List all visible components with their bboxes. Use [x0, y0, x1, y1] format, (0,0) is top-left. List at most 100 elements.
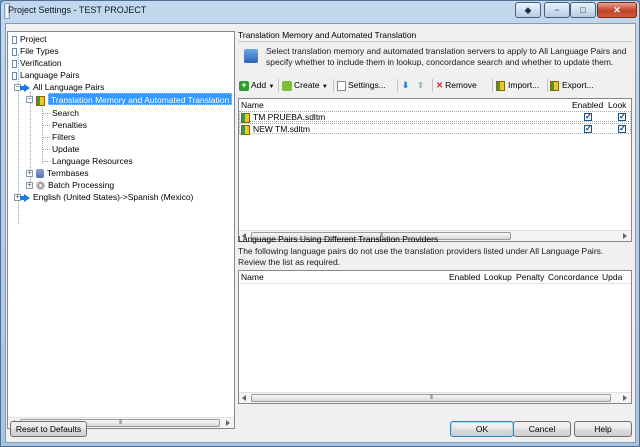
toolbar-separator — [333, 79, 334, 92]
tree-item-label: Batch Processing — [48, 180, 115, 190]
column-header-penalty[interactable]: Penalty — [516, 271, 544, 283]
header-divider — [239, 283, 631, 284]
column-header-name[interactable]: Name — [241, 271, 264, 283]
close-button[interactable]: ✕ — [597, 2, 637, 18]
tree-item-filters[interactable]: Filters — [52, 131, 75, 143]
enabled-checkbox[interactable]: ✓ — [584, 113, 592, 121]
tree-item-termbases[interactable]: Termbases — [36, 167, 89, 179]
tree-item-batch-processing[interactable]: Batch Processing — [36, 179, 114, 191]
translation-memory-section-icon — [244, 49, 258, 63]
dialog-body: Project File Types Verification Language… — [5, 23, 636, 443]
tree-item-all-language-pairs[interactable]: All Language Pairs — [20, 81, 105, 93]
scroll-right-arrow-icon[interactable] — [623, 395, 627, 401]
tm-name-cell: NEW TM.sdltm — [241, 124, 310, 135]
add-button[interactable]: + Add ▼ — [239, 78, 274, 92]
different-providers-grid[interactable]: Name Enabled Lookup Penalty Concordance … — [238, 270, 632, 404]
document-icon — [12, 35, 17, 44]
add-icon: + — [239, 80, 249, 91]
section-description: Select translation memory and automated … — [266, 46, 627, 67]
move-up-icon[interactable]: ⬆ — [417, 78, 424, 92]
tm-name: NEW TM.sdltm — [253, 124, 310, 134]
column-header-name[interactable]: Name — [241, 99, 264, 111]
cancel-button[interactable]: Cancel — [513, 421, 571, 437]
ok-button[interactable]: OK — [450, 421, 514, 437]
create-button[interactable]: Create ▼ — [282, 78, 328, 92]
tree-item-language-pairs[interactable]: Language Pairs — [12, 69, 80, 81]
help-button[interactable]: Help — [574, 421, 632, 437]
title-bar[interactable]: Project Settings - TEST PROJECT ◆ − □ ✕ — [1, 1, 639, 23]
create-label: Create — [294, 80, 320, 90]
different-providers-description: The following language pairs do not use … — [238, 246, 604, 267]
tree-item-update[interactable]: Update — [52, 143, 79, 155]
tree-item-label: Termbases — [47, 168, 89, 178]
dropdown-arrow-icon: ▼ — [321, 84, 328, 90]
translation-providers-grid[interactable]: Name Enabled Look TM PRUEBA.sdltm ✓ ✓ NE… — [238, 98, 632, 242]
arrow-icon — [20, 83, 30, 92]
tree-line — [42, 113, 50, 114]
settings-tree[interactable]: Project File Types Verification Language… — [7, 31, 235, 429]
tree-item-label: All Language Pairs — [33, 82, 105, 92]
scroll-right-arrow-icon[interactable] — [226, 420, 230, 426]
tree-item-penalties[interactable]: Penalties — [52, 119, 87, 131]
collapse-translation-memory-toggle[interactable]: − — [26, 96, 33, 103]
tree-item-english-spanish[interactable]: English (United States)->Spanish (Mexico… — [20, 191, 194, 203]
scroll-thumb[interactable]: III — [251, 394, 611, 402]
tree-item-label: English (United States)->Spanish (Mexico… — [33, 192, 194, 202]
tree-line — [42, 125, 50, 126]
remove-icon: ✕ — [436, 80, 444, 90]
lookup-checkbox[interactable]: ✓ — [618, 125, 626, 133]
export-button[interactable]: Export... — [550, 78, 594, 92]
column-header-lookup[interactable]: Lookup — [484, 271, 512, 283]
move-down-icon[interactable]: ⬇ — [402, 78, 409, 92]
tree-item-language-resources[interactable]: Language Resources — [52, 155, 133, 167]
tree-item-translation-memory[interactable]: Translation Memory and Automated Transla… — [36, 93, 233, 106]
settings-label: Settings... — [348, 80, 386, 90]
translation-memory-icon — [36, 95, 45, 106]
maximize-button[interactable]: □ — [570, 2, 596, 18]
tree-item-label: Verification — [20, 58, 62, 68]
table-row[interactable]: TM PRUEBA.sdltm ✓ ✓ — [239, 111, 631, 123]
toolbar-separator — [397, 79, 398, 92]
document-icon — [12, 71, 17, 80]
import-icon — [496, 80, 505, 91]
lookup-checkbox[interactable]: ✓ — [618, 113, 626, 121]
tree-item-label: Project — [20, 34, 47, 44]
column-header-enabled[interactable]: Enabled — [572, 99, 603, 111]
scroll-right-arrow-icon[interactable] — [623, 233, 627, 239]
dropdown-arrow-icon: ▼ — [268, 84, 275, 90]
settings-icon — [337, 80, 346, 91]
column-header-lookup[interactable]: Look — [608, 99, 626, 111]
toolbar-separator — [492, 79, 493, 92]
reset-to-defaults-button[interactable]: Reset to Defaults — [10, 421, 87, 437]
section-title: Translation Memory and Automated Transla… — [238, 30, 417, 40]
table-row[interactable]: NEW TM.sdltm ✓ ✓ — [239, 123, 631, 135]
different-providers-title: Language Pairs Using Different Translati… — [238, 234, 439, 244]
minimize-button[interactable]: − — [544, 2, 570, 18]
help-toggle-button[interactable]: ◆ — [515, 2, 541, 18]
enabled-checkbox[interactable]: ✓ — [584, 125, 592, 133]
expand-batch-processing-toggle[interactable]: + — [26, 182, 33, 189]
create-icon — [282, 80, 292, 91]
column-header-concordance[interactable]: Concordance — [548, 271, 599, 283]
column-header-update[interactable]: Upda — [602, 271, 622, 283]
tree-item-project[interactable]: Project — [12, 33, 46, 45]
tree-line — [42, 149, 50, 150]
toolbar-separator — [432, 79, 433, 92]
tm-name: TM PRUEBA.sdltm — [253, 112, 326, 122]
tree-item-label-selected: Translation Memory and Automated Transla… — [48, 93, 233, 105]
add-label: Add — [251, 80, 267, 90]
translation-memory-icon — [241, 124, 250, 135]
tree-item-verification[interactable]: Verification — [12, 57, 62, 69]
grid-horizontal-scrollbar[interactable]: III — [239, 392, 631, 403]
import-button[interactable]: Import... — [496, 78, 539, 92]
settings-button[interactable]: Settings... — [337, 78, 386, 92]
tree-item-file-types[interactable]: File Types — [12, 45, 59, 57]
tree-item-label: File Types — [20, 46, 59, 56]
expand-termbases-toggle[interactable]: + — [26, 170, 33, 177]
project-settings-window: Project Settings - TEST PROJECT ◆ − □ ✕ … — [0, 0, 640, 447]
tree-item-search[interactable]: Search — [52, 107, 79, 119]
column-header-enabled[interactable]: Enabled — [449, 271, 480, 283]
remove-button[interactable]: ✕ Remove — [436, 78, 477, 92]
scroll-left-arrow-icon[interactable] — [242, 395, 246, 401]
tree-item-label: Language Pairs — [20, 70, 80, 80]
